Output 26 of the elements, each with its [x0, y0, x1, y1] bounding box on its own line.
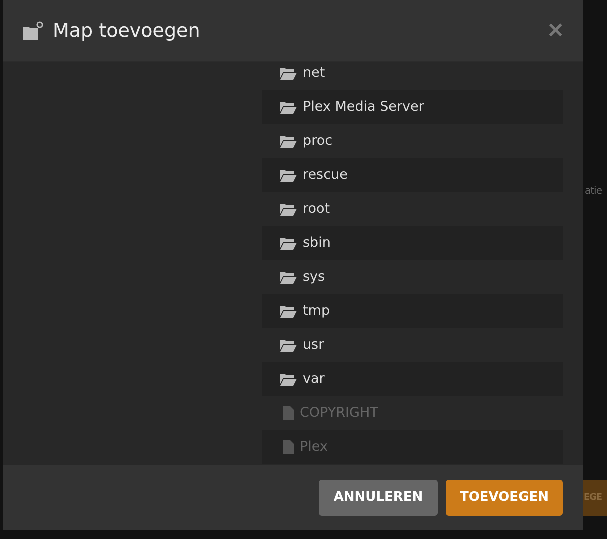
- folder-icon: [280, 372, 297, 386]
- folder-item[interactable]: sbin: [262, 226, 563, 260]
- folder-item[interactable]: rescue: [262, 158, 563, 192]
- folder-item[interactable]: root: [262, 192, 563, 226]
- folder-add-icon: [23, 21, 44, 40]
- background-text: atie: [585, 186, 602, 197]
- folder-icon: [280, 270, 297, 284]
- file-icon: [283, 440, 294, 454]
- folder-icon: [280, 236, 297, 250]
- folder-icon: [280, 168, 297, 182]
- folder-item[interactable]: net: [262, 62, 563, 90]
- file-icon: [283, 406, 294, 420]
- folder-item[interactable]: usr: [262, 328, 563, 362]
- folder-icon: [280, 66, 297, 80]
- folder-item[interactable]: var: [262, 362, 563, 396]
- folder-icon: [280, 202, 297, 216]
- cancel-button[interactable]: ANNULEREN: [319, 480, 438, 516]
- folder-item[interactable]: tmp: [262, 294, 563, 328]
- folder-item[interactable]: proc: [262, 124, 563, 158]
- folder-icon: [280, 304, 297, 318]
- folder-icon: [280, 134, 297, 148]
- folder-icon: [280, 100, 297, 114]
- folder-item[interactable]: sys: [262, 260, 563, 294]
- folder-item[interactable]: Plex Media Server: [262, 90, 563, 124]
- folder-icon: [280, 338, 297, 352]
- dialog-title: Map toevoegen: [53, 20, 202, 42]
